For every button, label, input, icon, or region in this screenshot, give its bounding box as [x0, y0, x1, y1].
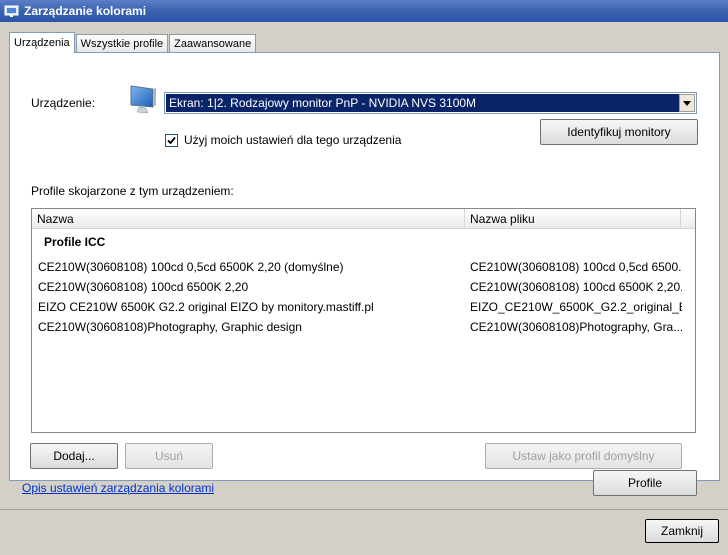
column-header-filename[interactable]: Nazwa pliku [465, 209, 681, 229]
profile-name: EIZO CE210W 6500K G2.2 original EIZO by … [38, 300, 374, 314]
monitor-app-icon [4, 5, 19, 17]
identify-monitors-button[interactable]: Identyfikuj monitory [540, 119, 698, 145]
tab-advanced[interactable]: Zaawansowane [169, 34, 257, 52]
table-row[interactable]: CE210W(30608108)Photography, Graphic des… [32, 317, 695, 337]
table-row[interactable]: CE210W(30608108) 100cd 6500K 2,20 CE210W… [32, 277, 695, 297]
chevron-down-icon[interactable] [679, 94, 695, 112]
column-header-spacer [681, 209, 695, 229]
profile-name: CE210W(30608108) 100cd 0,5cd 6500K 2,20 … [38, 260, 344, 274]
tab-devices[interactable]: Urządzenia [9, 32, 75, 53]
column-header-name[interactable]: Nazwa [32, 209, 465, 229]
window-title: Zarządzanie kolorami [24, 4, 147, 18]
tab-strip: Urządzenia Wszystkie profile Zaawansowan… [9, 30, 257, 53]
device-dropdown-value: Ekran: 1|2. Rodzajowy monitor PnP - NVID… [166, 94, 680, 112]
use-my-settings-label: Użyj moich ustawień dla tego urządzenia [184, 133, 402, 147]
table-row[interactable]: CE210W(30608108) 100cd 0,5cd 6500K 2,20 … [32, 257, 695, 277]
monitor-icon [130, 85, 156, 114]
title-bar: Zarządzanie kolorami [0, 0, 728, 22]
remove-button[interactable]: Usuń [125, 443, 213, 469]
profile-name: CE210W(30608108) 100cd 6500K 2,20 [38, 280, 249, 294]
list-header: Nazwa Nazwa pliku [32, 209, 695, 229]
profiles-button[interactable]: Profile [593, 470, 697, 496]
color-management-help-link[interactable]: Opis ustawień zarządzania kolorami [22, 481, 214, 495]
tab-all-profiles[interactable]: Wszystkie profile [75, 34, 169, 52]
profile-filename: CE210W(30608108) 100cd 6500K 2,20.... [470, 280, 682, 294]
group-header-icc: Profile ICC [44, 235, 106, 249]
window-client: Urządzenia Wszystkie profile Zaawansowan… [0, 22, 728, 555]
divider [0, 509, 728, 510]
profiles-list[interactable]: Nazwa Nazwa pliku Profile ICC CE210W(306… [31, 208, 696, 433]
checkmark-icon [167, 136, 176, 145]
profile-filename: CE210W(30608108) 100cd 0,5cd 6500... [470, 260, 682, 274]
profile-filename: CE210W(30608108)Photography, Gra... [470, 320, 682, 334]
profile-filename: EIZO_CE210W_6500K_G2.2_original_E... [470, 300, 682, 314]
device-dropdown[interactable]: Ekran: 1|2. Rodzajowy monitor PnP - NVID… [164, 92, 697, 114]
set-default-button[interactable]: Ustaw jako profil domyślny [485, 443, 682, 469]
table-row[interactable]: EIZO CE210W 6500K G2.2 original EIZO by … [32, 297, 695, 317]
close-button[interactable]: Zamknij [645, 519, 719, 543]
profile-name: CE210W(30608108)Photography, Graphic des… [38, 320, 302, 334]
device-label: Urządzenie: [31, 96, 96, 110]
devices-panel: Urządzenie: Ekran: 1|2. Rodzajowy monito… [9, 52, 720, 481]
profiles-section-label: Profile skojarzone z tym urządzeniem: [31, 184, 234, 198]
add-button[interactable]: Dodaj... [30, 443, 118, 469]
use-my-settings-checkbox[interactable] [165, 134, 178, 147]
